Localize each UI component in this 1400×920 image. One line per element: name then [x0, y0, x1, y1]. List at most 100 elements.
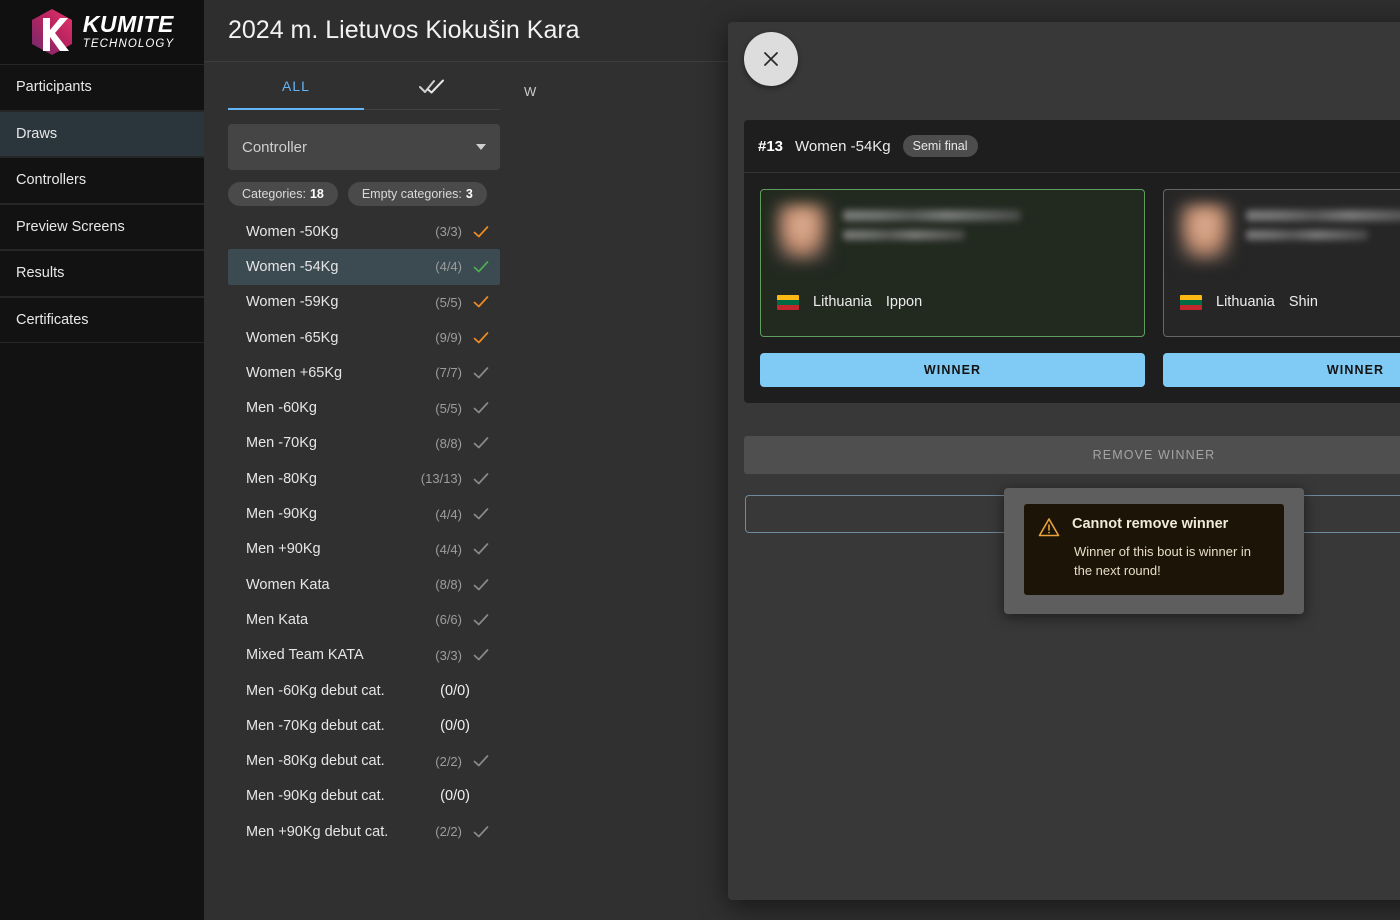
tab-all[interactable]: ALL [228, 62, 364, 109]
clipped-background-text: W [524, 84, 536, 99]
category-row[interactable]: Men +90Kg debut cat.(2/2) [228, 814, 500, 849]
category-row[interactable]: Mixed Team KATA(3/3) [228, 638, 500, 673]
category-count: (5/5) [435, 295, 462, 310]
category-name: Men -90Kg [246, 506, 435, 522]
category-row[interactable]: Women Kata(8/8) [228, 567, 500, 602]
competitor-card-2[interactable]: Lithuania Shin [1163, 189, 1400, 337]
close-icon [761, 49, 781, 69]
chevron-down-icon [476, 144, 486, 150]
category-count: (3/3) [435, 648, 462, 663]
category-row[interactable]: Men -60Kg(5/5) [228, 390, 500, 425]
chip-categories[interactable]: Categories: 18 [228, 182, 338, 206]
category-name: Mixed Team KATA [246, 647, 435, 663]
app-root: KUMITE TECHNOLOGY Participants Draws Con… [0, 0, 1400, 920]
check-icon [472, 825, 490, 839]
competitor-score: Shin [1289, 294, 1318, 310]
category-count: (8/8) [435, 436, 462, 451]
chip-empty-value: 3 [466, 187, 473, 201]
bout-number: #13 [758, 138, 783, 155]
bout-header: #13 Women -54Kg Semi final [744, 120, 1400, 173]
competitor-score: Ippon [886, 294, 922, 310]
competitor-meta: Lithuania Shin [1180, 294, 1318, 310]
category-count: (2/2) [435, 754, 462, 769]
category-row[interactable]: Women -59Kg(5/5) [228, 285, 500, 320]
category-count: (0/0) [440, 683, 470, 699]
category-row[interactable]: Men -90Kg(4/4) [228, 496, 500, 531]
category-name: Men -70Kg debut cat. [246, 718, 440, 734]
category-row[interactable]: Men -80Kg(13/13) [228, 461, 500, 496]
chip-empty-categories[interactable]: Empty categories: 3 [348, 182, 487, 206]
check-icon [472, 578, 490, 592]
sidebar-item-participants[interactable]: Participants [0, 64, 204, 111]
category-row[interactable]: Men -90Kg debut cat.(0/0) [228, 779, 500, 814]
status-badge: Semi final [903, 135, 978, 157]
bout-card: #13 Women -54Kg Semi final [744, 120, 1400, 403]
category-count: (4/4) [435, 259, 462, 274]
tooltip-title: Cannot remove winner [1072, 516, 1228, 532]
category-name: Men -80Kg [246, 471, 421, 487]
tooltip-header: Cannot remove winner [1038, 516, 1270, 537]
main-area: 2024 m. Lietuvos Kiokušin Kara ALL [204, 0, 1400, 920]
category-row[interactable]: Men +90Kg(4/4) [228, 532, 500, 567]
tooltip-message: Winner of this bout is winner in the nex… [1074, 543, 1270, 581]
sidebar-item-results[interactable]: Results [0, 250, 204, 297]
controller-select[interactable]: Controller [228, 124, 500, 170]
category-name: Women -59Kg [246, 294, 435, 310]
sidebar-item-preview-screens[interactable]: Preview Screens [0, 204, 204, 251]
category-count: (2/2) [435, 824, 462, 839]
sidebar: KUMITE TECHNOLOGY Participants Draws Con… [0, 0, 204, 920]
avatar [1178, 204, 1232, 262]
category-row[interactable]: Women -54Kg(4/4) [228, 249, 500, 284]
check-icon [472, 648, 490, 662]
brand-name: KUMITE [83, 13, 175, 36]
competitor-country: Lithuania [1216, 294, 1275, 310]
competitor-name-blurred [1246, 204, 1400, 262]
category-count: (0/0) [440, 788, 470, 804]
category-name: Women Kata [246, 577, 435, 593]
competitor-club-redacted [1246, 230, 1368, 240]
category-count: (13/13) [421, 471, 462, 486]
sidebar-item-label: Controllers [16, 172, 86, 188]
category-name: Men -60Kg [246, 400, 435, 416]
check-icon [472, 436, 490, 450]
remove-winner-button[interactable]: REMOVE WINNER [744, 436, 1400, 474]
category-row[interactable]: Men -60Kg debut cat.(0/0) [228, 673, 500, 708]
check-icon [472, 542, 490, 556]
lithuania-flag-icon [1180, 295, 1202, 310]
category-row[interactable]: Women -50Kg(3/3) [228, 214, 500, 249]
check-icon [472, 472, 490, 486]
lithuania-flag-icon [777, 295, 799, 310]
category-count: (4/4) [435, 507, 462, 522]
tooltip-container: Cannot remove winner Winner of this bout… [1004, 488, 1304, 614]
competitor-name-blurred [843, 204, 1021, 262]
category-row[interactable]: Men -70Kg(8/8) [228, 426, 500, 461]
bout-category: Women -54Kg [795, 138, 891, 155]
tab-completed[interactable] [364, 62, 500, 109]
kumite-k-logo-icon [30, 8, 74, 56]
category-list: Women -50Kg(3/3)Women -54Kg(4/4)Women -5… [228, 214, 500, 849]
category-row[interactable]: Men -70Kg debut cat.(0/0) [228, 708, 500, 743]
bout-detail-modal: #13 Women -54Kg Semi final [728, 22, 1400, 900]
sidebar-nav: Participants Draws Controllers Preview S… [0, 64, 204, 343]
category-row[interactable]: Men -80Kg debut cat.(2/2) [228, 743, 500, 778]
competitor-row: Lithuania Ippon [744, 173, 1400, 353]
competitor-card-1[interactable]: Lithuania Ippon [760, 189, 1145, 337]
page-title: 2024 m. Lietuvos Kiokušin Kara [228, 16, 580, 45]
check-icon [472, 401, 490, 415]
category-name: Men -70Kg [246, 435, 435, 451]
sidebar-item-draws[interactable]: Draws [0, 111, 204, 158]
close-button[interactable] [744, 32, 798, 86]
chip-categories-value: 18 [310, 187, 324, 201]
check-icon [472, 366, 490, 380]
winner-button-2[interactable]: WINNER [1163, 353, 1400, 387]
sidebar-item-controllers[interactable]: Controllers [0, 157, 204, 204]
category-row[interactable]: Men Kata(6/6) [228, 602, 500, 637]
category-row[interactable]: Women +65Kg(7/7) [228, 355, 500, 390]
winner-button-1[interactable]: WINNER [760, 353, 1145, 387]
category-row[interactable]: Women -65Kg(9/9) [228, 320, 500, 355]
competitor-identity [775, 204, 1130, 262]
sidebar-item-label: Preview Screens [16, 219, 125, 235]
sidebar-item-certificates[interactable]: Certificates [0, 297, 204, 344]
category-name: Men -80Kg debut cat. [246, 753, 435, 769]
category-count: (7/7) [435, 365, 462, 380]
